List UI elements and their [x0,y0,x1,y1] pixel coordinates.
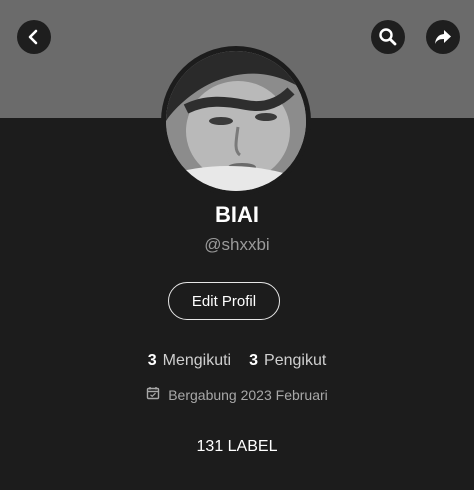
search-icon [378,27,398,47]
follow-stats: 3 Mengikuti 3 Pengikut [0,352,474,370]
share-arrow-icon [433,27,453,47]
back-button[interactable] [17,20,51,54]
joined-text: Bergabung 2023 Februari [168,386,328,403]
profile-avatar[interactable] [161,46,311,196]
label-count[interactable]: 131 LABEL [0,438,474,456]
edit-profile-button[interactable]: Edit Profil [168,282,280,320]
following-count: 3 [147,352,157,369]
avatar-photo [166,51,306,191]
search-button[interactable] [371,20,405,54]
share-button[interactable] [426,20,460,54]
followers-label: Pengikut [264,352,327,369]
following-stat[interactable]: 3 Mengikuti [148,352,231,370]
profile-handle: @shxxbi [204,235,270,254]
chevron-left-icon [26,29,42,45]
followers-stat[interactable]: 3 Pengikut [249,352,326,370]
calendar-icon [146,386,160,403]
following-label: Mengikuti [162,352,232,369]
profile-name: BIAI [215,202,259,227]
joined-date: Bergabung 2023 Februari [0,386,474,403]
followers-count: 3 [249,352,259,369]
